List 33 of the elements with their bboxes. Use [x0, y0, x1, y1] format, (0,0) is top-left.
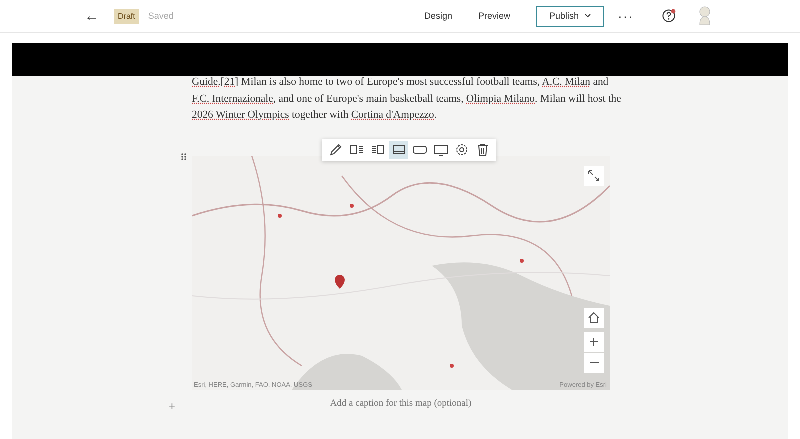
- zoom-in-button[interactable]: [584, 332, 604, 352]
- wide-width-icon: [412, 143, 426, 157]
- text-link[interactable]: Guide.[21]: [192, 76, 239, 88]
- text-link[interactable]: F.C. Internazionale: [192, 92, 274, 104]
- more-button[interactable]: ···: [618, 8, 634, 24]
- nav-link[interactable]: Preview: [478, 11, 510, 21]
- nav-link[interactable]: Design: [424, 11, 452, 21]
- zoom-out-button[interactable]: [584, 352, 604, 372]
- back-button[interactable]: ←: [84, 8, 100, 24]
- body-paragraph: Guide.[21] Milan is also home to two of Europe's most successful football teams, A.C. Milan and F.C. Internazionale, and one of Europe's main basketball teams, Olimpia Milano. Milan will host the 2026 Winter Olympics together with Cortina d'Ampezzo.: [192, 75, 622, 123]
- float-right-icon: [370, 143, 384, 157]
- text-link[interactable]: Cortina d'Ampezzo: [351, 109, 434, 121]
- home-icon: [587, 310, 601, 324]
- caption-field[interactable]: Add a caption for this map (optional): [249, 398, 553, 410]
- drag-handle-icon[interactable]: [181, 153, 187, 161]
- text-link[interactable]: Olimpia Milano: [466, 92, 535, 104]
- caret-icon: [585, 14, 591, 18]
- float-left-icon: [350, 143, 364, 157]
- home-button[interactable]: [584, 308, 604, 328]
- draft-badge: Draft: [114, 8, 140, 24]
- trash-icon: [476, 143, 490, 157]
- text-link[interactable]: 2026 Winter Olympics: [192, 109, 290, 121]
- help-icon[interactable]: [662, 9, 676, 23]
- standard-width-icon: [392, 143, 406, 157]
- standard-width-button[interactable]: [389, 141, 408, 159]
- expand-button[interactable]: [584, 166, 604, 186]
- publish-button[interactable]: Publish: [536, 6, 604, 26]
- text-link[interactable]: A.C. Milan: [542, 76, 591, 88]
- pencil-icon: [328, 143, 342, 157]
- monitor-icon: [434, 143, 448, 157]
- settings-icon: [454, 143, 468, 157]
- expand-icon: [587, 168, 601, 182]
- save-status: Saved: [148, 11, 174, 21]
